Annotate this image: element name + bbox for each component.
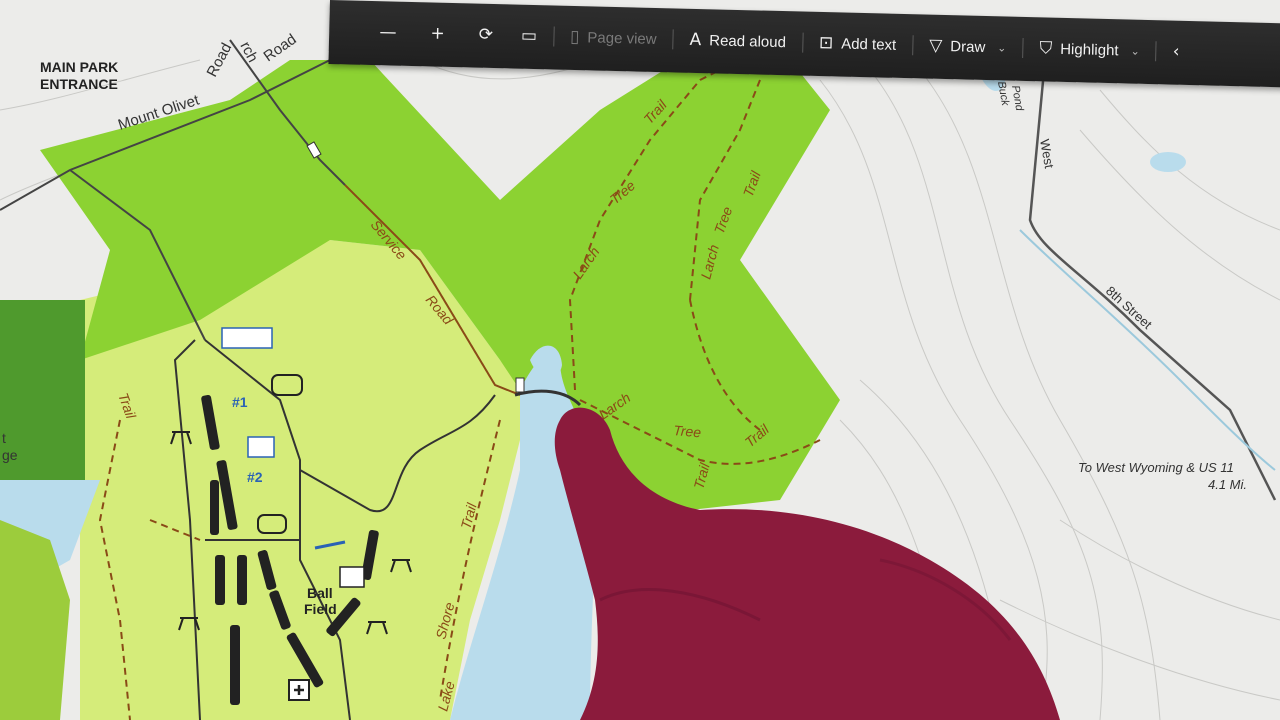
more-button[interactable]: ‹ [1162,36,1190,67]
fit-page-icon: ▭ [520,25,538,47]
distance-label: 4.1 Mi. [1208,477,1247,492]
read-aloud-icon: A [689,29,702,51]
restroom-icon-2 [247,436,275,458]
chevron-down-icon[interactable]: ⌄ [997,41,1007,54]
ball-field-label-2: Field [304,601,337,617]
highlight-label: Highlight [1060,40,1119,59]
rotate-button[interactable]: ⟳ [468,19,503,50]
ball-field-label-1: Ball [307,585,333,601]
left-edge-label-2: ge [2,447,18,463]
chevron-left-icon: ‹ [1172,41,1180,62]
to-west-wyoming-label: To West Wyoming & US 11 [1078,460,1234,475]
draw-icon: ▽ [928,35,943,56]
toolbar-divider [1155,41,1158,62]
zoom-in-button[interactable]: + [420,18,455,49]
pdf-toolbar: — + ⟳ ▭ ▯ Page view A Read aloud ⊡ Add text… [0,0,1280,88]
page-view-button[interactable]: ▯ Page view [560,22,667,55]
page-view-icon: ▯ [569,26,580,48]
page-view-label: Page view [587,28,657,48]
small-pond [1150,152,1186,172]
chevron-down-icon[interactable]: ⌄ [1130,44,1140,57]
add-text-icon: ⊡ [818,32,834,54]
toolbar-divider [801,32,804,53]
highlight-icon: ⛉ [1039,38,1053,59]
fit-page-button[interactable]: ▭ [511,20,548,51]
park-map: MAIN PARK ENTRANCE Mount Olivet Road Roa… [0,0,1280,720]
restroom-icon-3 [339,566,365,588]
tree-label-3: Tree [673,422,702,440]
draw-button[interactable]: ▽ Draw ⌄ [919,30,1017,62]
main-park-entrance-label-2: ENTRANCE [40,76,118,92]
rotate-icon: ⟳ [478,24,494,46]
toolbar-divider [672,29,674,50]
main-park-entrance-label-1: MAIN PARK [40,59,118,75]
add-text-button[interactable]: ⊡ Add text [809,28,907,60]
zoom-out-button[interactable]: — [369,17,407,48]
draw-label: Draw [950,37,986,56]
toolbar-divider [1022,37,1024,58]
toolbar-divider [552,26,555,47]
lot-2-label: #2 [247,469,263,485]
zoom-in-icon: + [430,23,446,44]
restroom-icon [221,327,273,349]
zoom-out-icon: — [379,22,397,43]
add-text-label: Add text [840,35,897,54]
read-aloud-label: Read aloud [709,31,787,51]
screen: MAIN PARK ENTRANCE Mount Olivet Road Roa… [0,0,1280,720]
toolbar-divider [911,35,914,56]
highlight-button[interactable]: ⛉ Highlight ⌄ [1029,33,1150,66]
read-aloud-button[interactable]: A Read aloud [679,25,796,58]
lot-1-label: #1 [232,394,248,410]
left-edge-label-1: t [2,430,6,446]
gate-icon [515,377,525,393]
